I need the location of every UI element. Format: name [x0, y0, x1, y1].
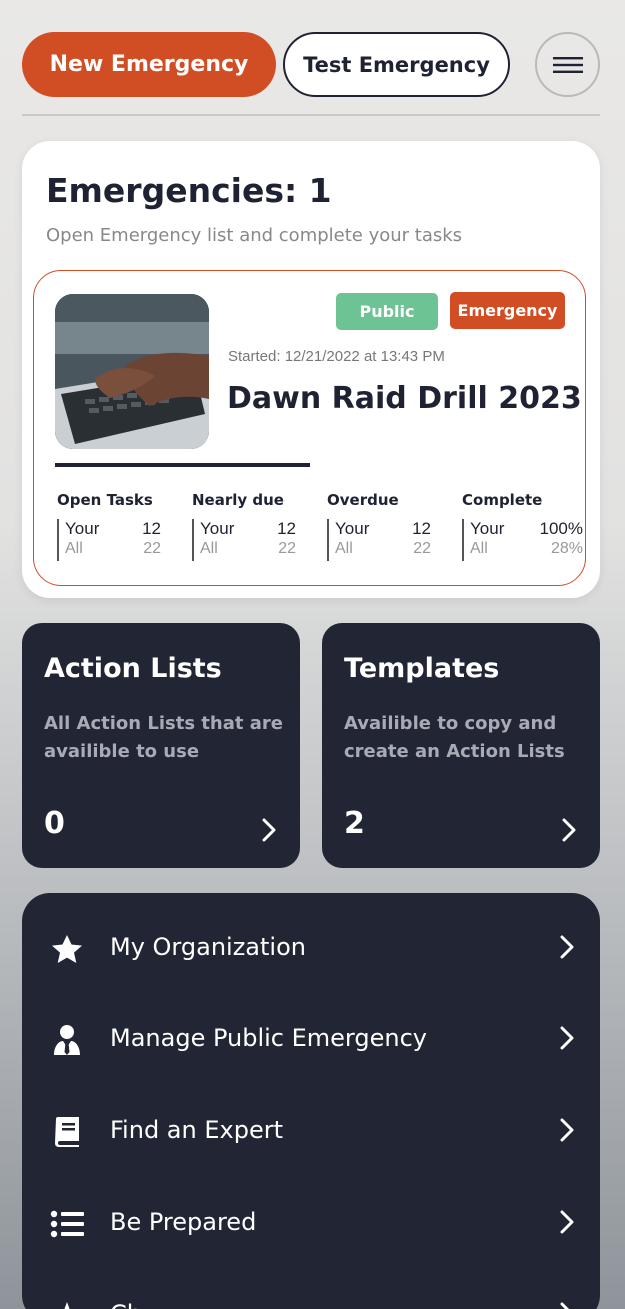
stat-complete: Complete Your 100% All 28%: [462, 491, 587, 561]
stat-all-row: All 22: [335, 540, 447, 561]
stat-all-value: 22: [143, 540, 161, 557]
stat-your-value: 100%: [539, 519, 583, 538]
stat-your-row: Your 12: [200, 519, 312, 540]
chevron-right-icon: [262, 818, 276, 842]
new-emergency-button[interactable]: New Emergency: [22, 32, 276, 97]
emergency-type-badge: Emergency: [450, 292, 565, 329]
user-tie-icon: [54, 1025, 80, 1055]
chevron-right-icon: [560, 1210, 574, 1234]
stat-your-label: Your: [65, 519, 100, 538]
stat-all-label: All: [470, 540, 488, 557]
hamburger-icon: [552, 56, 583, 73]
stat-your-value: 12: [277, 519, 296, 538]
main-menu: My Organization Manage Public Emergency …: [22, 893, 600, 1309]
hamburger-menu-button[interactable]: [535, 32, 600, 97]
stat-your-label: Your: [470, 519, 505, 538]
menu-item-label: Ch: [110, 1300, 142, 1309]
stat-all-value: 22: [413, 540, 431, 557]
action-lists-card[interactable]: Action Lists All Action Lists that are a…: [22, 623, 300, 868]
chevron-right-icon: [560, 1302, 570, 1309]
menu-item-label: Manage Public Emergency: [110, 1024, 427, 1052]
action-lists-description: All Action Lists that are availible to u…: [44, 713, 283, 762]
laptop-photo-icon: [55, 294, 209, 449]
action-lists-title: Action Lists: [44, 653, 222, 684]
progress-bar: [55, 463, 310, 467]
test-emergency-button[interactable]: Test Emergency: [283, 32, 510, 97]
chevron-right-icon: [560, 935, 574, 959]
stat-values: Your 12 All 22: [192, 519, 312, 561]
menu-item-label: My Organization: [110, 933, 306, 961]
stat-all-value: 22: [278, 540, 296, 557]
emergency-name: Dawn Raid Drill 2023: [227, 381, 582, 416]
header-divider: [22, 114, 600, 116]
chevron-right-icon: [562, 818, 576, 842]
chevron-right-icon: [560, 1026, 574, 1050]
menu-item-be-prepared[interactable]: Be Prepared: [22, 1188, 600, 1258]
book-icon: [55, 1117, 79, 1147]
stat-overdue: Overdue Your 12 All 22: [327, 491, 447, 561]
templates-count: 2: [344, 806, 365, 841]
stat-open-tasks: Open Tasks Your 12 All 22: [57, 491, 177, 561]
stat-values: Your 12 All 22: [327, 519, 447, 561]
stat-your-row: Your 100%: [470, 519, 587, 540]
templates-description: Availible to copy and create an Action L…: [344, 713, 565, 762]
emergency-thumbnail: [55, 294, 209, 449]
stat-label: Complete: [462, 491, 543, 509]
emergencies-subtitle: Open Emergency list and complete your ta…: [46, 225, 463, 246]
menu-item-label: Be Prepared: [110, 1208, 257, 1236]
task-stats: Open Tasks Your 12 All 22 Nearly due You…: [55, 491, 583, 571]
menu-item-label: Find an Expert: [110, 1116, 283, 1144]
stat-all-label: All: [65, 540, 83, 557]
stat-your-row: Your 12: [335, 519, 447, 540]
stat-all-label: All: [200, 540, 218, 557]
templates-card[interactable]: Templates Availible to copy and create a…: [322, 623, 600, 868]
menu-item-my-organization[interactable]: My Organization: [22, 913, 600, 983]
emergencies-title: Emergencies: 1: [46, 171, 332, 210]
stat-all-value: 28%: [550, 540, 583, 557]
stat-your-row: Your 12: [65, 519, 177, 540]
stat-your-label: Your: [335, 519, 370, 538]
started-timestamp: Started: 12/21/2022 at 13:43 PM: [228, 348, 445, 365]
emergencies-card: Emergencies: 1 Open Emergency list and c…: [22, 141, 600, 598]
stat-values: Your 100% All 28%: [462, 519, 587, 561]
stat-nearly-due: Nearly due Your 12 All 22: [192, 491, 312, 561]
stat-your-label: Your: [200, 519, 235, 538]
top-bar: New Emergency Test Emergency: [0, 0, 625, 116]
list-icon: [50, 1210, 84, 1238]
stat-all-row: All 28%: [470, 540, 587, 561]
stat-label: Open Tasks: [57, 491, 153, 509]
action-lists-count: 0: [44, 806, 65, 841]
emergency-item[interactable]: Public Emergency Started: 12/21/2022 at …: [33, 270, 586, 586]
stat-your-value: 12: [142, 519, 161, 538]
chevron-right-icon: [560, 1118, 574, 1142]
templates-title: Templates: [344, 653, 500, 684]
stat-all-row: All 22: [200, 540, 312, 561]
stat-label: Nearly due: [192, 491, 284, 509]
menu-item-find-an-expert[interactable]: Find an Expert: [22, 1096, 600, 1166]
stat-label: Overdue: [327, 491, 399, 509]
public-badge: Public: [336, 293, 438, 330]
menu-item-partial[interactable]: Ch: [22, 1280, 600, 1309]
font-icon: [64, 1302, 70, 1309]
stat-all-label: All: [335, 540, 353, 557]
stat-all-row: All 22: [65, 540, 177, 561]
stat-values: Your 12 All 22: [57, 519, 177, 561]
star-icon: [52, 935, 82, 963]
menu-item-manage-public-emergency[interactable]: Manage Public Emergency: [22, 1004, 600, 1074]
stat-your-value: 12: [412, 519, 431, 538]
